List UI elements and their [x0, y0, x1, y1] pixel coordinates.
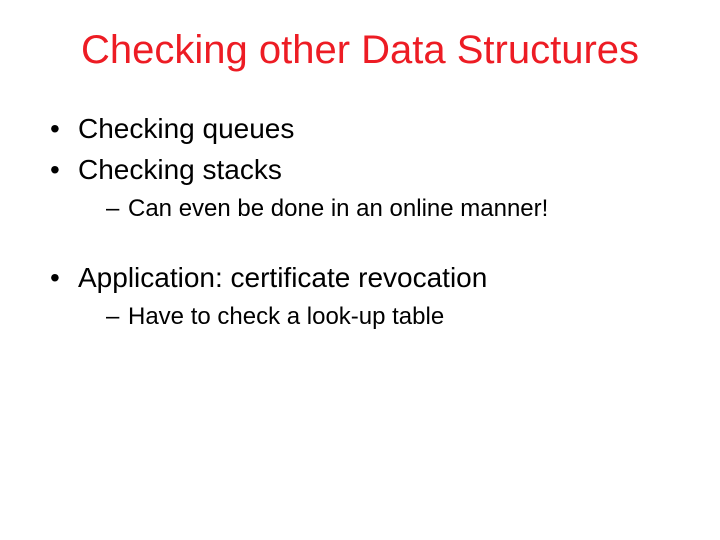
slide-title: Checking other Data Structures	[40, 28, 680, 73]
spacer	[40, 230, 680, 260]
bullet-list: Checking queues Checking stacks Can even…	[40, 111, 680, 224]
sub-bullet-text: Can even be done in an online manner!	[128, 195, 548, 222]
sub-bullet-text: Have to check a look-up table	[128, 303, 444, 330]
bullet-text: Application: certificate revocation	[78, 262, 487, 293]
bullet-text: Checking stacks	[78, 154, 282, 185]
slide-body: Checking queues Checking stacks Can even…	[40, 111, 680, 332]
bullet-list: Application: certificate revocation Have…	[40, 260, 680, 332]
bullet-item: Checking stacks Can even be done in an o…	[50, 152, 680, 224]
sub-bullet-list: Have to check a look-up table	[78, 301, 680, 332]
sub-bullet-item: Have to check a look-up table	[106, 301, 680, 332]
bullet-item: Application: certificate revocation Have…	[50, 260, 680, 332]
sub-bullet-list: Can even be done in an online manner!	[78, 193, 680, 224]
bullet-text: Checking queues	[78, 113, 294, 144]
bullet-item: Checking queues	[50, 111, 680, 146]
slide: Checking other Data Structures Checking …	[0, 0, 720, 540]
sub-bullet-item: Can even be done in an online manner!	[106, 193, 680, 224]
